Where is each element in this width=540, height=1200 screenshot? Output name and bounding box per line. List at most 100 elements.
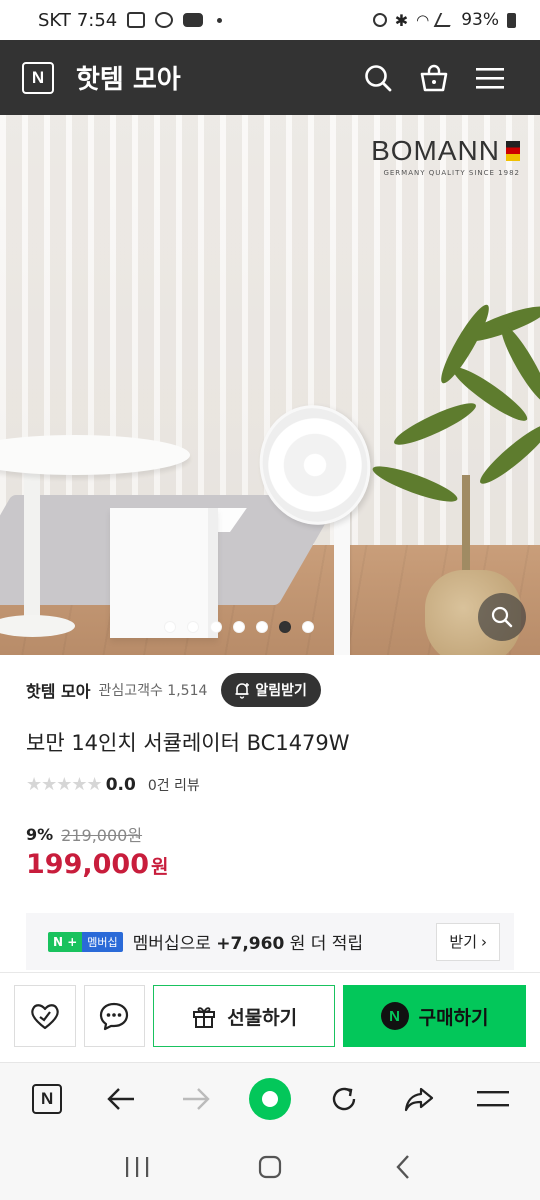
forward-button[interactable] bbox=[168, 1071, 224, 1127]
search-icon[interactable] bbox=[350, 50, 406, 106]
rating-row[interactable]: ★★★★★ 0.0 0건 리뷰 bbox=[26, 774, 200, 795]
badge-n: N + bbox=[48, 931, 83, 952]
carousel-dot[interactable] bbox=[187, 621, 199, 633]
store-title[interactable]: 핫템 모아 bbox=[76, 59, 350, 96]
badge-label: 멤버십 bbox=[82, 931, 123, 952]
buy-button[interactable]: N 구매하기 bbox=[343, 985, 526, 1047]
naver-plus-membership-badge: N + 멤버십 bbox=[48, 931, 123, 952]
badge-plus-text: + bbox=[67, 934, 78, 949]
reload-icon bbox=[333, 1087, 356, 1110]
browser-menu-button[interactable] bbox=[465, 1071, 521, 1127]
share-button[interactable] bbox=[391, 1071, 447, 1127]
table-leg bbox=[24, 465, 40, 630]
carousel-dot[interactable] bbox=[164, 621, 176, 633]
discount-rate: 9% bbox=[26, 824, 54, 844]
star-rating-icon: ★★★★★ bbox=[26, 774, 103, 795]
buy-label: 구매하기 bbox=[418, 1006, 489, 1029]
heart-check-icon bbox=[31, 1004, 59, 1030]
carrier: SKT bbox=[38, 9, 71, 31]
app-notification-icon bbox=[155, 12, 174, 28]
brand-logo: BOMANN GERMANY QUALITY SINCE 1982 bbox=[371, 135, 520, 177]
system-navigation-bar bbox=[0, 1134, 540, 1200]
status-right: ✱ ◠ 93% bbox=[372, 10, 516, 30]
sale-price-amount: 199,000 bbox=[26, 849, 149, 880]
original-price: 219,000원 bbox=[61, 826, 143, 845]
bell-plus-icon bbox=[235, 683, 250, 699]
status-left: SKT 7:54 bbox=[38, 10, 373, 31]
hamburger-menu-icon[interactable] bbox=[462, 50, 518, 106]
sale-price: 199,000 원 bbox=[26, 849, 168, 880]
wifi-icon: ◠ bbox=[416, 11, 430, 29]
arrow-left-icon bbox=[107, 1087, 135, 1110]
arrow-right-icon bbox=[182, 1087, 210, 1110]
carousel-dot[interactable] bbox=[233, 621, 245, 633]
brand-name-row: BOMANN bbox=[371, 135, 520, 167]
membership-benefit-box: N + 멤버십 멤버십으로 +7,960 원 더 적립 받기 › bbox=[26, 913, 514, 970]
zoom-button[interactable] bbox=[478, 593, 526, 641]
alarm-label: 알림받기 bbox=[255, 683, 307, 699]
carousel-dot[interactable] bbox=[302, 621, 314, 633]
chevron-right-icon: › bbox=[481, 932, 487, 951]
recent-apps-button[interactable] bbox=[112, 1142, 162, 1192]
home-icon bbox=[258, 1155, 282, 1179]
discount-row: 9% 219,000원 bbox=[26, 822, 142, 846]
product-title: 보만 14인치 서큘레이터 BC1479W bbox=[26, 731, 350, 755]
membership-points: +7,960 bbox=[216, 934, 285, 954]
naver-logo[interactable]: N bbox=[22, 61, 54, 94]
carousel-dot[interactable] bbox=[210, 621, 222, 633]
wishlist-button[interactable] bbox=[14, 985, 76, 1047]
carousel-dot-active[interactable] bbox=[279, 621, 291, 633]
receive-button[interactable]: 받기 › bbox=[436, 922, 500, 961]
browser-toolbar: N bbox=[0, 1062, 540, 1134]
gift-label: 선물하기 bbox=[227, 1006, 298, 1029]
gift-button[interactable]: 선물하기 bbox=[153, 985, 336, 1047]
fan-pole bbox=[334, 510, 350, 655]
battery-icon bbox=[507, 12, 516, 28]
chevron-left-icon bbox=[396, 1155, 410, 1179]
green-dot-icon bbox=[248, 1077, 291, 1120]
gift-icon bbox=[193, 1007, 216, 1028]
rating-score: 0.0 bbox=[105, 774, 136, 795]
german-flag-icon bbox=[506, 141, 520, 161]
store-name[interactable]: 핫템 모아 bbox=[26, 678, 90, 702]
system-back-button[interactable] bbox=[378, 1142, 428, 1192]
recent-apps-icon bbox=[125, 1157, 148, 1177]
zoom-icon bbox=[491, 606, 513, 628]
clock: 7:54 bbox=[76, 9, 118, 31]
product-image-carousel[interactable]: BOMANN GERMANY QUALITY SINCE 1982 bbox=[0, 115, 540, 655]
carousel-dot[interactable] bbox=[256, 621, 268, 633]
signal-icon bbox=[433, 13, 457, 27]
brand-name: BOMANN bbox=[371, 135, 500, 166]
shopping-bag-icon[interactable] bbox=[406, 50, 462, 106]
naver-home-button[interactable]: N bbox=[19, 1071, 75, 1127]
reload-button[interactable] bbox=[316, 1071, 372, 1127]
receive-label: 받기 bbox=[449, 933, 477, 951]
carousel-indicator bbox=[0, 621, 540, 633]
membership-text-post: 원 더 적립 bbox=[289, 934, 364, 954]
plant-trunk bbox=[462, 475, 470, 585]
review-count[interactable]: 0건 리뷰 bbox=[148, 775, 200, 795]
status-bar: SKT 7:54 ✱ ◠ 93% bbox=[0, 0, 540, 40]
fan-count: 관심고객수 1,514 bbox=[98, 683, 208, 699]
youtube-notification-icon bbox=[183, 13, 204, 27]
naver-home-icon: N bbox=[32, 1083, 63, 1114]
chat-bubble-icon bbox=[100, 1002, 129, 1031]
store-info-row: 핫템 모아 관심고객수 1,514 알림받기 bbox=[26, 672, 520, 708]
alarm-subscribe-button[interactable]: 알림받기 bbox=[221, 673, 321, 707]
divider bbox=[0, 972, 540, 973]
talk-button[interactable] bbox=[83, 985, 146, 1047]
membership-text-pre: 멤버십으로 bbox=[132, 934, 217, 954]
battery-level: 93% bbox=[461, 10, 499, 30]
badge-n-text: N bbox=[53, 934, 64, 949]
green-dot-button[interactable] bbox=[242, 1071, 298, 1127]
white-cube bbox=[110, 508, 218, 638]
brand-tagline: GERMANY QUALITY SINCE 1982 bbox=[383, 169, 520, 177]
currency-unit: 원 bbox=[150, 856, 169, 878]
bluetooth-icon: ✱ bbox=[394, 10, 409, 30]
purchase-action-bar: 선물하기 N 구매하기 bbox=[14, 985, 526, 1051]
home-button[interactable] bbox=[245, 1142, 295, 1192]
gallery-notification-icon bbox=[127, 12, 146, 28]
back-button[interactable] bbox=[93, 1071, 149, 1127]
membership-text: 멤버십으로 +7,960 원 더 적립 bbox=[133, 929, 363, 954]
share-icon bbox=[404, 1087, 433, 1111]
